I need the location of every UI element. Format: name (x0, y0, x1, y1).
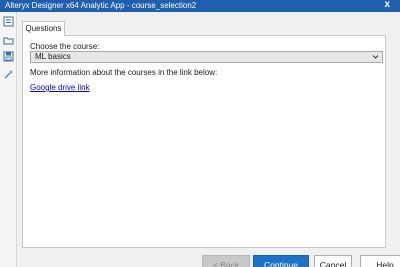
close-icon[interactable]: x (384, 0, 390, 11)
cancel-button[interactable]: Cancel (314, 255, 352, 267)
chevron-down-icon[interactable] (371, 52, 380, 62)
magic-wand-icon[interactable] (3, 69, 14, 80)
title-bar: Alteryx Designer x64 Analytic App - cour… (0, 0, 400, 12)
window-title: Alteryx Designer x64 Analytic App - cour… (5, 1, 197, 10)
back-button[interactable]: < Back (202, 255, 250, 267)
save-icon[interactable] (3, 51, 14, 62)
tab-questions[interactable]: Questions (22, 21, 65, 36)
choose-course-label: Choose the course: (30, 42, 100, 51)
left-toolbar (0, 12, 17, 267)
info-text: More information about the courses in th… (30, 68, 218, 77)
folder-icon[interactable] (3, 35, 14, 46)
course-select-value: ML basics (35, 52, 71, 61)
back-label-rest: ack (225, 260, 240, 267)
help-button[interactable]: Help (360, 255, 400, 267)
form-icon[interactable] (3, 16, 14, 27)
google-drive-link[interactable]: Google drive link (30, 83, 90, 92)
questions-panel: Choose the course: ML basics More inform… (22, 35, 386, 248)
continue-label-rest: ontinue (270, 260, 299, 267)
course-select[interactable]: ML basics (30, 51, 383, 63)
continue-button[interactable]: Continue (253, 255, 309, 267)
main-area: Questions Choose the course: ML basics M… (18, 12, 400, 267)
